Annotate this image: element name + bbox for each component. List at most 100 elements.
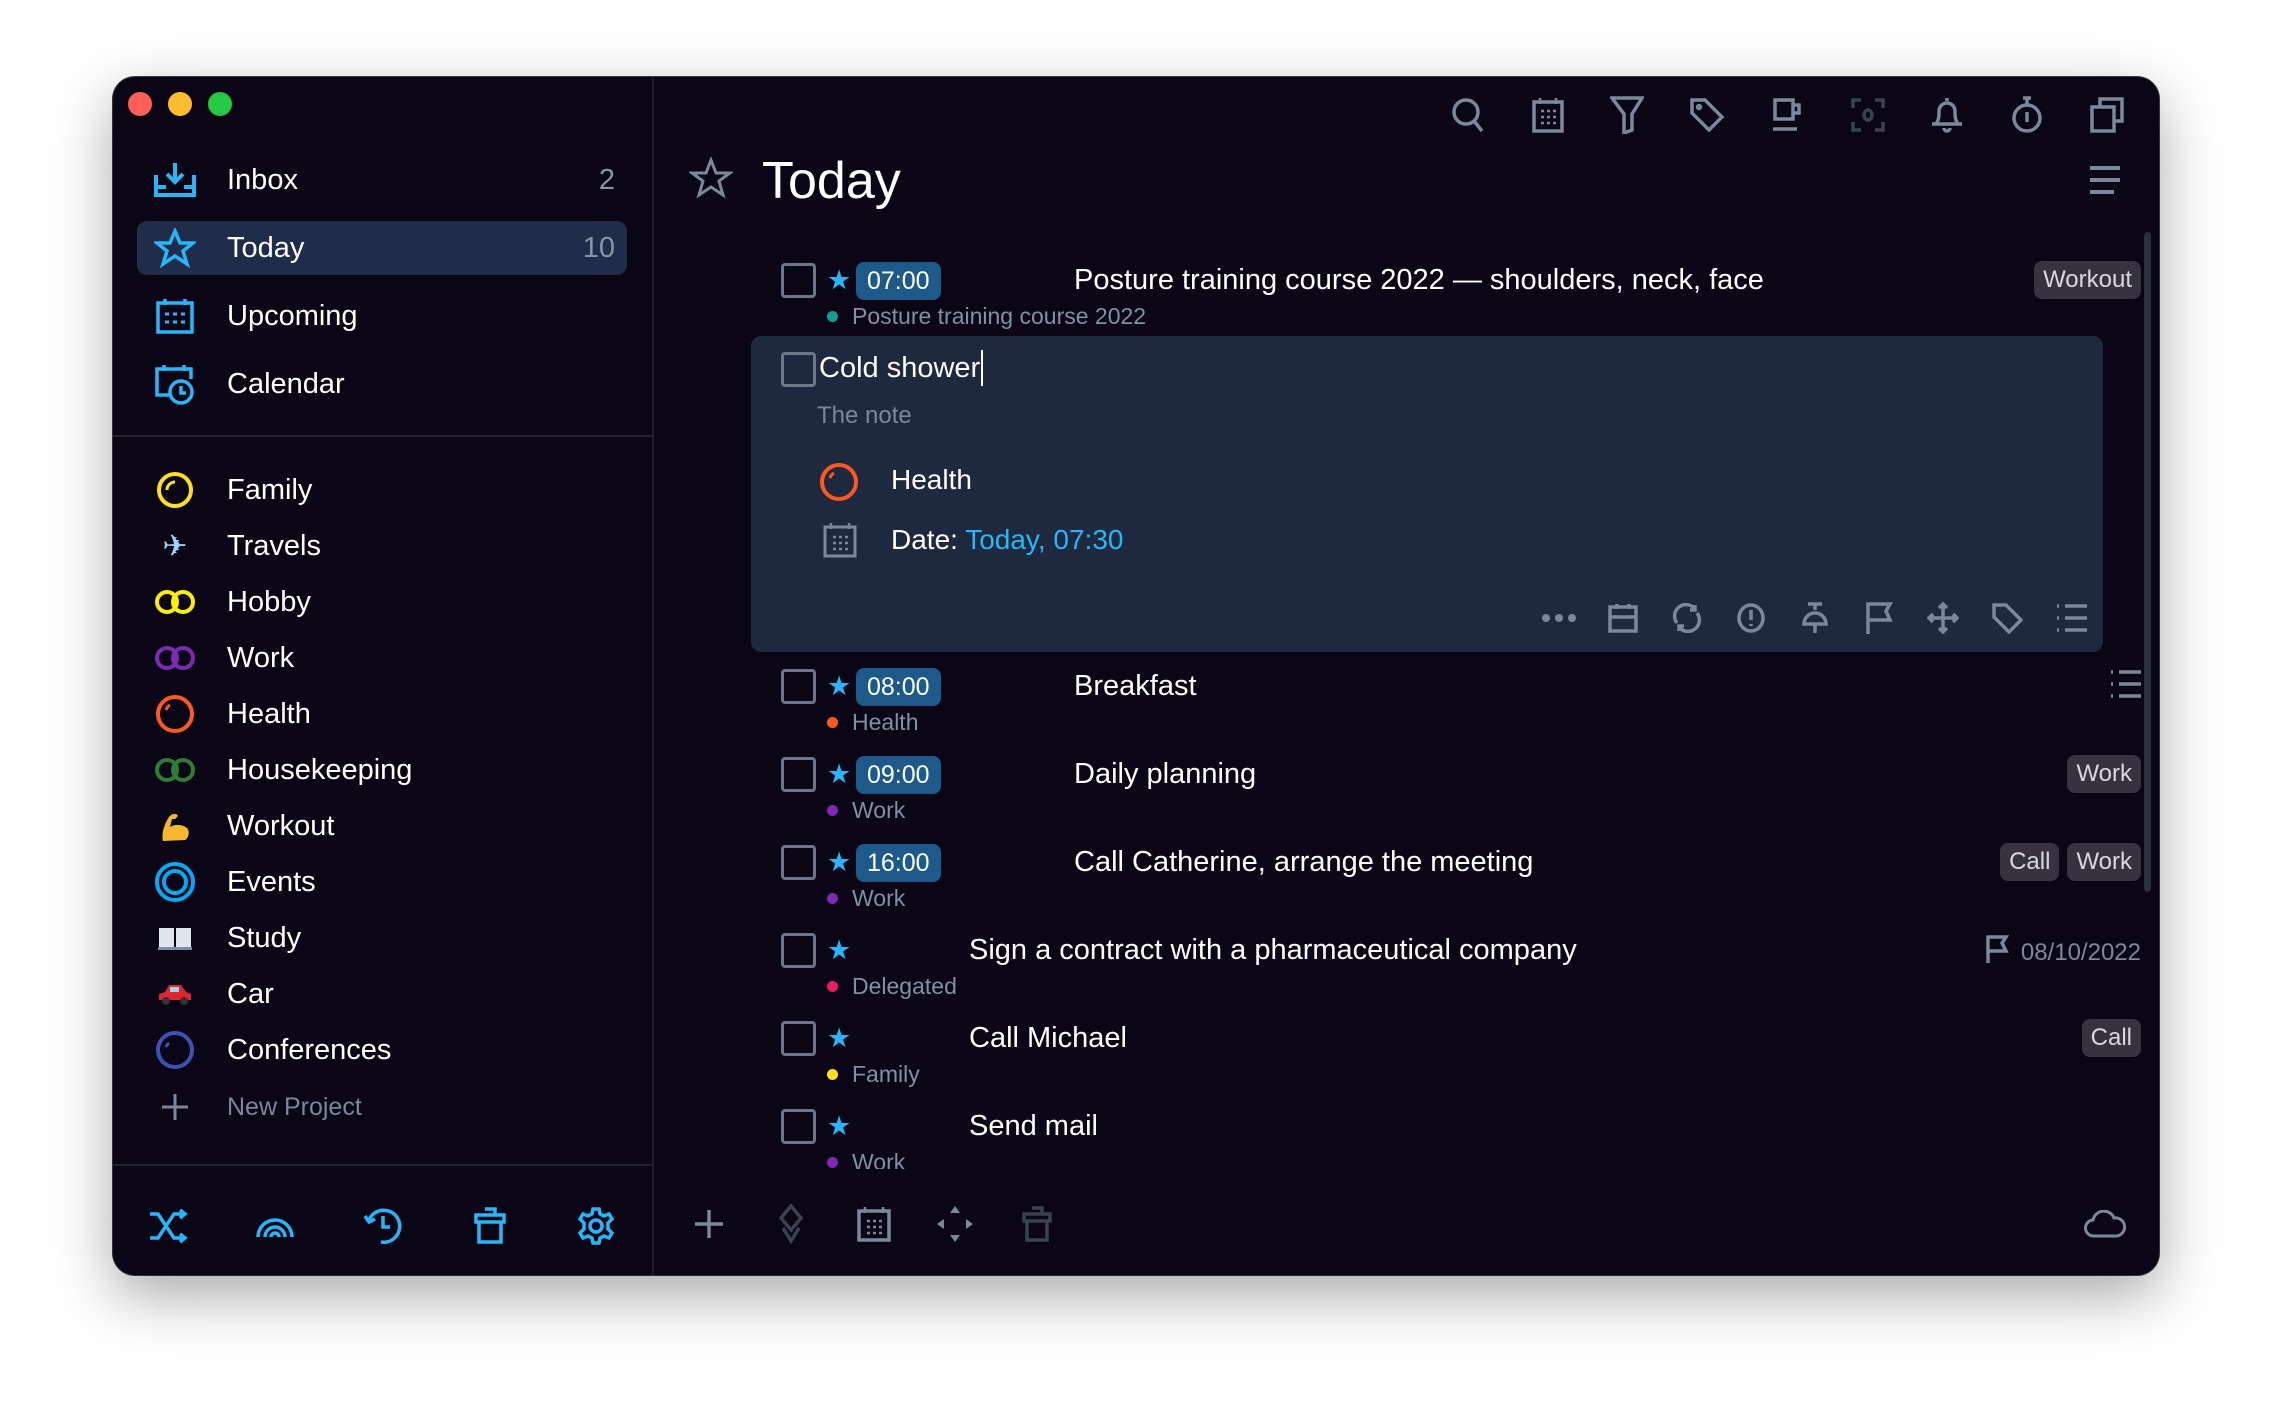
project-car[interactable]: Car	[137, 969, 627, 1019]
trash-icon[interactable]	[1016, 1203, 1058, 1245]
star-icon[interactable]: ★	[827, 759, 851, 790]
calendar-icon[interactable]	[1528, 95, 1568, 135]
coffee-icon[interactable]	[1768, 95, 1808, 135]
project-travels[interactable]: ✈ Travels	[137, 521, 627, 571]
task-checkbox[interactable]	[781, 933, 816, 968]
time-badge: 07:00	[856, 262, 941, 300]
star-icon[interactable]: ★	[827, 1111, 851, 1142]
star-icon[interactable]: ★	[827, 671, 851, 702]
car-icon	[145, 982, 205, 1006]
project-dot	[827, 980, 838, 992]
task-project-field[interactable]: Health	[891, 464, 972, 496]
task-checkbox[interactable]	[781, 1021, 816, 1056]
project-hobby[interactable]: Hobby	[137, 577, 627, 627]
task-row[interactable]: ★ 16:00 Call Catherine, arrange the meet…	[781, 843, 2141, 925]
task-row[interactable]: ★ 07:00 Posture training course 2022 — s…	[781, 261, 2141, 343]
tag-badge[interactable]: Call	[2000, 843, 2060, 881]
task-checkbox[interactable]	[781, 1109, 816, 1144]
cloud-icon[interactable]	[2083, 1203, 2127, 1245]
ring-icon	[145, 1030, 205, 1070]
sidebar-item-inbox[interactable]: Inbox 2	[137, 153, 627, 207]
project-label: Work	[227, 641, 295, 674]
tag-icon[interactable]	[1987, 598, 2027, 638]
tag-badge[interactable]: Call	[2081, 1019, 2141, 1057]
history-icon[interactable]	[360, 1203, 406, 1249]
sidebar-item-today[interactable]: Today 10	[137, 221, 627, 275]
rainbow-icon[interactable]	[252, 1203, 298, 1249]
project-study[interactable]: Study	[137, 913, 627, 963]
add-icon[interactable]	[688, 1203, 730, 1245]
project-workout[interactable]: Workout	[137, 801, 627, 851]
task-title-input[interactable]: Cold shower	[819, 350, 984, 386]
timer-icon[interactable]	[2007, 95, 2047, 135]
health-project-icon	[819, 462, 859, 507]
sidebar-item-calendar[interactable]: Calendar	[137, 357, 627, 411]
airplane-icon: ✈	[162, 529, 188, 563]
focus-icon[interactable]	[1848, 95, 1888, 135]
repeat-icon[interactable]	[1667, 598, 1707, 638]
filter-icon[interactable]	[1607, 95, 1647, 135]
project-label: Housekeeping	[227, 753, 413, 786]
task-row[interactable]: ★ 08:00 Breakfast Health	[781, 668, 2141, 749]
project-family[interactable]: Family	[137, 465, 627, 515]
calendar-icon[interactable]	[1603, 598, 1643, 638]
project-label: Workout	[227, 809, 335, 842]
task-row[interactable]: ★ 09:00 Daily planning Work Work	[781, 755, 2141, 837]
shuffle-icon[interactable]	[145, 1203, 191, 1249]
more-icon[interactable]	[1539, 598, 1579, 638]
copy-icon[interactable]	[2087, 95, 2127, 135]
task-date-field[interactable]: Date: Today, 07:30	[891, 524, 1123, 556]
date-value[interactable]: Today, 07:30	[965, 524, 1123, 555]
task-row[interactable]: ★ Call Michael Family Call	[781, 1019, 2141, 1101]
task-title: Daily planning	[1074, 758, 1257, 790]
task-row[interactable]: ★ Send mail Work	[781, 1109, 2141, 1169]
project-conferences[interactable]: Conferences	[137, 1025, 627, 1075]
tag-badge[interactable]: Work	[2067, 843, 2141, 881]
double-ring-icon	[145, 645, 205, 671]
deadline: 08/10/2022	[1985, 935, 2141, 970]
project-health[interactable]: Health	[137, 689, 627, 739]
new-project-button[interactable]: New Project	[137, 1082, 627, 1132]
task-checkbox[interactable]	[781, 263, 816, 298]
star-icon[interactable]: ★	[827, 265, 851, 296]
sidebar-footer-divider	[113, 1164, 654, 1166]
star-icon[interactable]: ★	[827, 1023, 851, 1054]
app-window: Inbox 2 Today 10 Upcoming Calendar Famil…	[113, 77, 2159, 1275]
task-checkbox[interactable]	[781, 845, 816, 880]
task-checkbox[interactable]	[781, 757, 816, 792]
menu-icon[interactable]	[2088, 165, 2122, 200]
bell-icon[interactable]	[1927, 95, 1967, 135]
move-icon[interactable]	[1923, 598, 1963, 638]
gear-icon[interactable]	[573, 1203, 619, 1249]
project-work[interactable]: Work	[137, 633, 627, 683]
task-checkbox[interactable]	[781, 352, 816, 387]
project-events[interactable]: Events	[137, 857, 627, 907]
task-note-input[interactable]: The note	[817, 402, 912, 430]
star-icon[interactable]: ★	[827, 935, 851, 966]
task-project: Delegated	[852, 973, 957, 999]
checklist-icon[interactable]	[2051, 598, 2091, 638]
layers-icon[interactable]	[770, 1203, 812, 1245]
star-icon[interactable]: ★	[827, 847, 851, 878]
project-dot	[827, 1156, 838, 1168]
task-checkbox[interactable]	[781, 669, 816, 704]
project-housekeeping[interactable]: Housekeeping	[137, 745, 627, 795]
project-label: Hobby	[227, 585, 311, 618]
search-icon[interactable]	[1448, 95, 1488, 135]
priority-icon[interactable]	[1731, 598, 1771, 638]
tag-icon[interactable]	[1687, 95, 1727, 135]
checklist-icon	[2109, 669, 2141, 704]
trash-icon[interactable]	[467, 1203, 513, 1249]
calendar-icon[interactable]	[853, 1203, 895, 1245]
flag-icon[interactable]	[1859, 598, 1899, 638]
sidebar-item-upcoming[interactable]: Upcoming	[137, 289, 627, 343]
project-dot	[827, 892, 838, 904]
tag-badge[interactable]: Work	[2067, 755, 2141, 793]
tag-badge[interactable]: Workout	[2034, 261, 2141, 299]
project-label: Health	[227, 697, 311, 730]
task-editor-panel: Cold shower The note Health Date: Today,…	[751, 336, 2103, 652]
task-row[interactable]: ★ Sign a contract with a pharmaceutical …	[781, 933, 2141, 1013]
scrollbar[interactable]	[2144, 232, 2151, 892]
pin-icon[interactable]	[1795, 598, 1835, 638]
move-icon[interactable]	[934, 1203, 976, 1245]
